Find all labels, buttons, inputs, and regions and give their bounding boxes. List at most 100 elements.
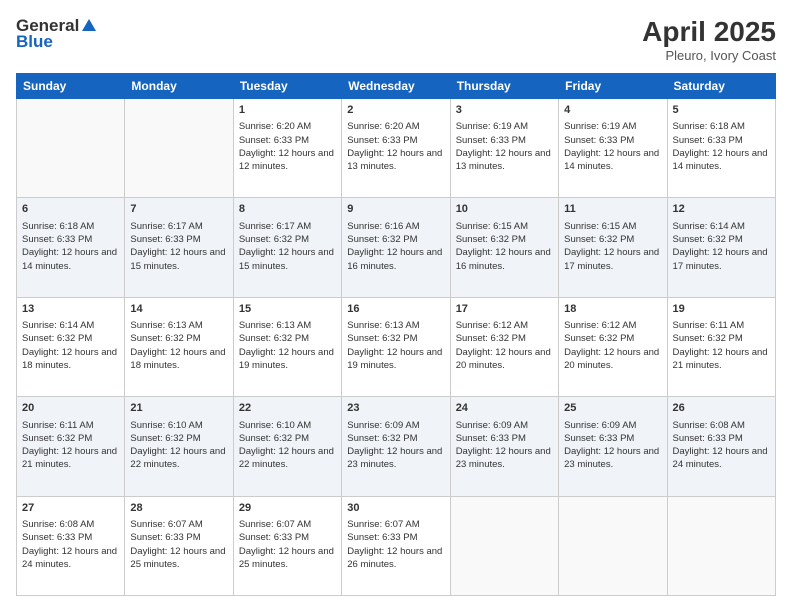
day-info: Sunrise: 6:08 AM [22,518,119,531]
day-number: 8 [239,202,336,217]
day-info: Sunset: 6:32 PM [239,233,336,246]
calendar-day-header: Wednesday [342,74,450,99]
day-info: Sunset: 6:32 PM [347,332,444,345]
day-info: Daylight: 12 hours and 25 minutes. [130,545,227,572]
day-number: 16 [347,302,444,317]
day-number: 12 [673,202,770,217]
calendar-cell: 9Sunrise: 6:16 AMSunset: 6:32 PMDaylight… [342,198,450,297]
day-info: Daylight: 12 hours and 13 minutes. [347,147,444,174]
day-info: Sunset: 6:33 PM [130,233,227,246]
day-info: Daylight: 12 hours and 19 minutes. [347,346,444,373]
day-info: Daylight: 12 hours and 23 minutes. [456,445,553,472]
day-info: Daylight: 12 hours and 21 minutes. [22,445,119,472]
month-title: April 2025 [642,16,776,48]
calendar-cell: 16 Sunrise: 6:13 AMSunset: 6:32 PMDayligh… [342,297,450,396]
day-info: Daylight: 12 hours and 15 minutes. [239,246,336,273]
location: Pleuro, Ivory Coast [642,48,776,63]
calendar-cell: 5Sunrise: 6:18 AMSunset: 6:33 PMDaylight… [667,99,775,198]
day-info: Sunrise: 6:13 AM [239,319,336,332]
calendar-cell: 10Sunrise: 6:15 AMSunset: 6:32 PMDayligh… [450,198,558,297]
day-info: Sunrise: 6:13 AM [130,319,227,332]
calendar-cell: 26Sunrise: 6:08 AMSunset: 6:33 PMDayligh… [667,397,775,496]
day-number: 7 [130,202,227,217]
day-info: Daylight: 12 hours and 19 minutes. [239,346,336,373]
day-info: Sunset: 6:32 PM [564,233,661,246]
day-info: Sunrise: 6:19 AM [564,120,661,133]
day-number: 11 [564,202,661,217]
calendar-cell: 4Sunrise: 6:19 AMSunset: 6:33 PMDaylight… [559,99,667,198]
day-info: Sunrise: 6:10 AM [130,419,227,432]
calendar-cell: 30Sunrise: 6:07 AMSunset: 6:33 PMDayligh… [342,496,450,595]
calendar-day-header: Sunday [17,74,125,99]
calendar-day-header: Thursday [450,74,558,99]
day-info: Sunrise: 6:20 AM [347,120,444,133]
calendar-cell [559,496,667,595]
day-info: Sunrise: 6:14 AM [673,220,770,233]
day-info: Sunset: 6:33 PM [239,134,336,147]
day-info: Sunset: 6:33 PM [673,432,770,445]
calendar-week-row: 13Sunrise: 6:14 AMSunset: 6:32 PMDayligh… [17,297,776,396]
day-info: Sunrise: 6:15 AM [456,220,553,233]
day-info: Sunset: 6:33 PM [239,531,336,544]
day-number: 30 [347,501,444,516]
day-info: Daylight: 12 hours and 17 minutes. [673,246,770,273]
calendar-cell: 14Sunrise: 6:13 AMSunset: 6:32 PMDayligh… [125,297,233,396]
day-number: 22 [239,401,336,416]
day-info: Sunset: 6:33 PM [673,134,770,147]
day-info: Sunset: 6:32 PM [456,233,553,246]
day-number: 24 [456,401,553,416]
day-info: Daylight: 12 hours and 13 minutes. [456,147,553,174]
day-info: Sunset: 6:32 PM [673,332,770,345]
day-info: Sunset: 6:32 PM [22,332,119,345]
day-info: Sunrise: 6:07 AM [239,518,336,531]
day-info: Sunrise: 6:12 AM [456,319,553,332]
day-info: Sunset: 6:32 PM [130,432,227,445]
day-info: Sunrise: 6:12 AM [564,319,661,332]
calendar-cell: 24Sunrise: 6:09 AMSunset: 6:33 PMDayligh… [450,397,558,496]
day-info: Sunset: 6:33 PM [456,134,553,147]
day-info: Sunset: 6:32 PM [673,233,770,246]
calendar-week-row: 6Sunrise: 6:18 AMSunset: 6:33 PMDaylight… [17,198,776,297]
day-info: Sunset: 6:32 PM [130,332,227,345]
calendar-cell: 20Sunrise: 6:11 AMSunset: 6:32 PMDayligh… [17,397,125,496]
calendar-cell: 27Sunrise: 6:08 AMSunset: 6:33 PMDayligh… [17,496,125,595]
logo-icon [80,17,98,35]
day-info: Sunrise: 6:09 AM [347,419,444,432]
day-number: 2 [347,103,444,118]
calendar-cell: 13Sunrise: 6:14 AMSunset: 6:32 PMDayligh… [17,297,125,396]
calendar-day-header: Friday [559,74,667,99]
calendar-cell: 2 Sunrise: 6:20 AMSunset: 6:33 PMDaylight… [342,99,450,198]
day-info: Daylight: 12 hours and 12 minutes. [239,147,336,174]
calendar-day-header: Tuesday [233,74,341,99]
day-number: 21 [130,401,227,416]
day-info: Sunrise: 6:11 AM [673,319,770,332]
calendar-cell: 18Sunrise: 6:12 AMSunset: 6:32 PMDayligh… [559,297,667,396]
day-info: Sunrise: 6:15 AM [564,220,661,233]
day-info: Daylight: 12 hours and 20 minutes. [564,346,661,373]
title-block: April 2025 Pleuro, Ivory Coast [642,16,776,63]
day-info: Sunset: 6:33 PM [347,134,444,147]
day-info: Daylight: 12 hours and 14 minutes. [564,147,661,174]
day-info: Sunset: 6:32 PM [347,432,444,445]
day-number: 20 [22,401,119,416]
day-number: 4 [564,103,661,118]
day-info: Sunrise: 6:13 AM [347,319,444,332]
day-number: 17 [456,302,553,317]
day-number: 15 [239,302,336,317]
page: General Blue April 2025 Pleuro, Ivory Co… [0,0,792,612]
day-number: 1 [239,103,336,118]
day-info: Daylight: 12 hours and 25 minutes. [239,545,336,572]
day-info: Sunrise: 6:19 AM [456,120,553,133]
calendar-cell: 28Sunrise: 6:07 AMSunset: 6:33 PMDayligh… [125,496,233,595]
day-info: Sunrise: 6:09 AM [456,419,553,432]
calendar-cell [450,496,558,595]
day-info: Sunset: 6:33 PM [22,233,119,246]
day-info: Daylight: 12 hours and 21 minutes. [673,346,770,373]
calendar-cell: 25Sunrise: 6:09 AMSunset: 6:33 PMDayligh… [559,397,667,496]
calendar-table: SundayMondayTuesdayWednesdayThursdayFrid… [16,73,776,596]
day-info: Daylight: 12 hours and 24 minutes. [22,545,119,572]
calendar-cell: 11Sunrise: 6:15 AMSunset: 6:32 PMDayligh… [559,198,667,297]
day-info: Daylight: 12 hours and 18 minutes. [130,346,227,373]
day-number: 27 [22,501,119,516]
header: General Blue April 2025 Pleuro, Ivory Co… [16,16,776,63]
